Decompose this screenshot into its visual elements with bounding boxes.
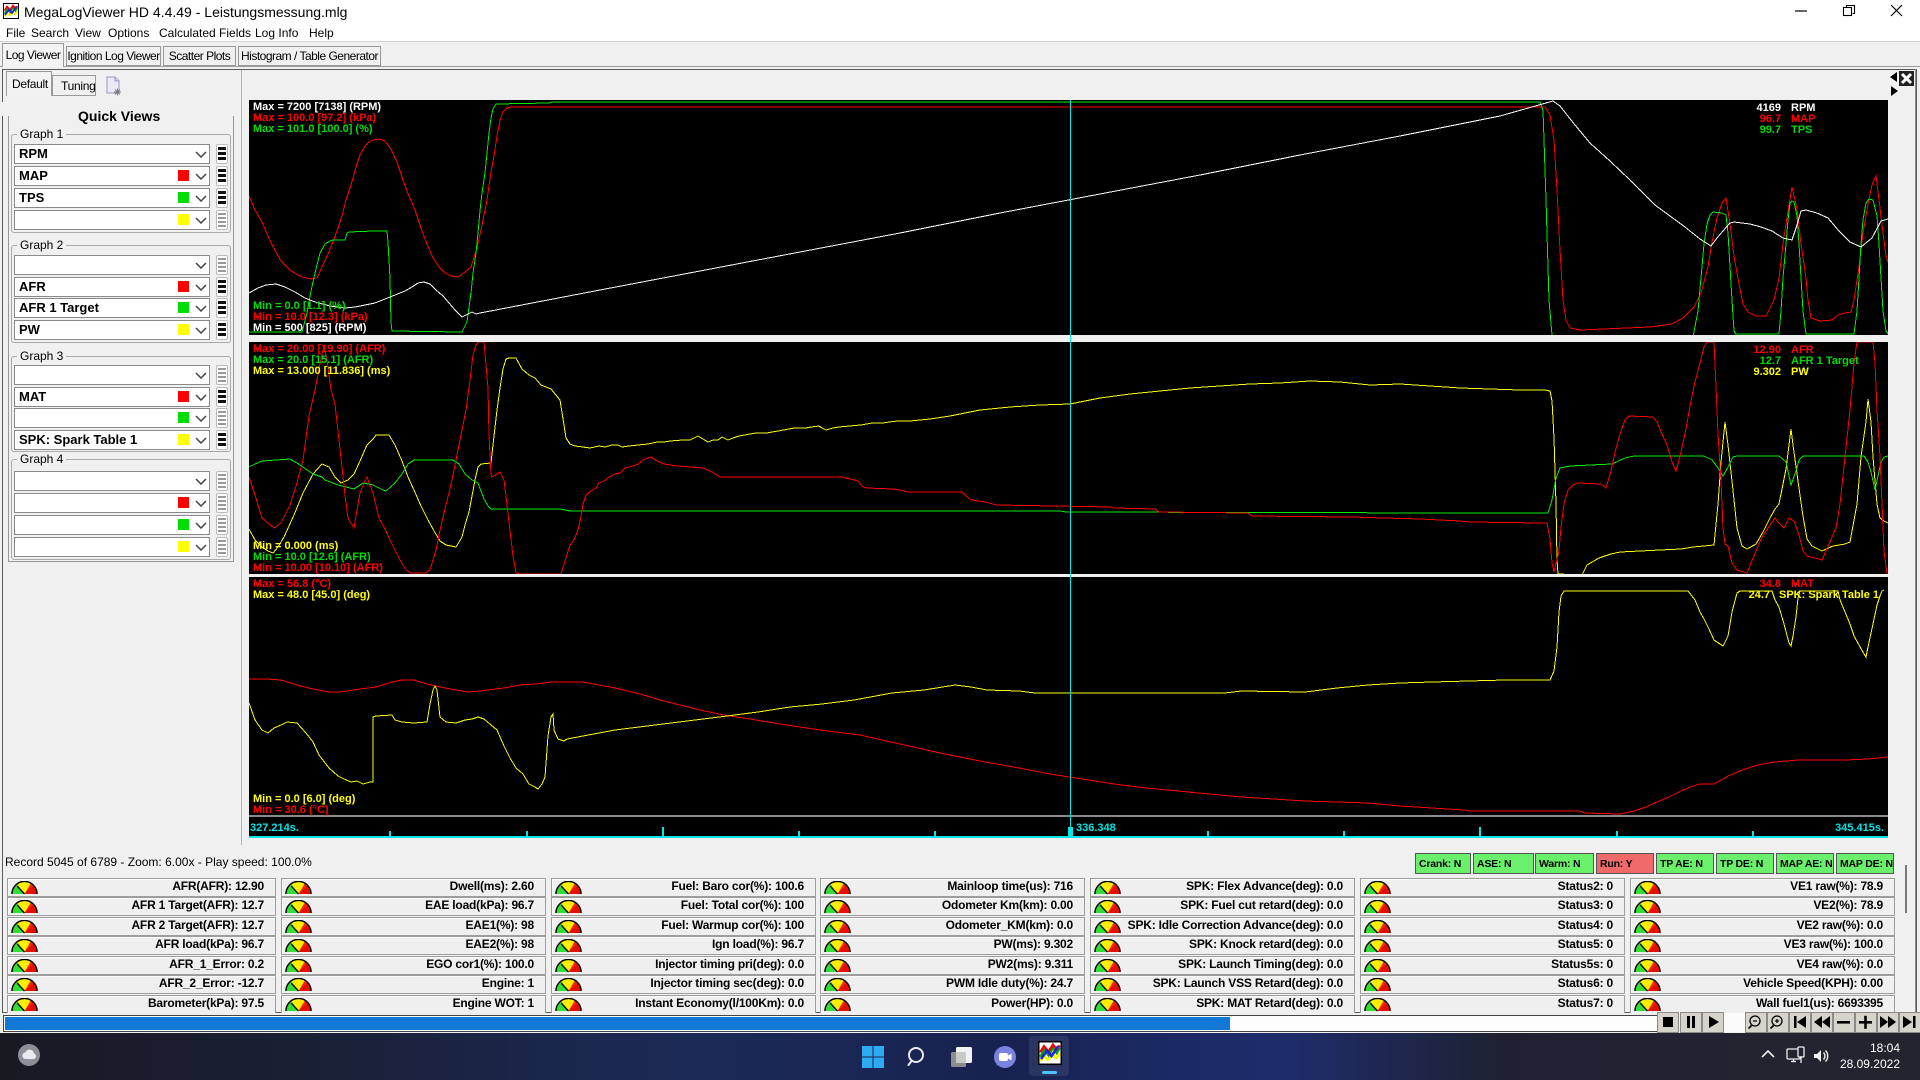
svg-text:99.7: 99.7 [1760,124,1781,136]
svg-text:336.348: 336.348 [1076,822,1116,834]
svg-text:9.302: 9.302 [1753,366,1781,378]
svg-text:Max = 48.0 [45.0] (deg): Max = 48.0 [45.0] (deg) [253,589,370,601]
svg-text:345.415s.: 345.415s. [1835,822,1884,834]
svg-text:SPK: Spark Table 1: SPK: Spark Table 1 [1779,589,1879,601]
svg-text:Min = 30.6 (°C): Min = 30.6 (°C) [253,804,329,816]
svg-text:TPS: TPS [1791,124,1812,136]
svg-text:327.214s.: 327.214s. [250,822,299,834]
svg-text:Min = 10.00 [10.10] (AFR): Min = 10.00 [10.10] (AFR) [253,562,383,574]
svg-text:Min = 500 [825] (RPM): Min = 500 [825] (RPM) [253,322,367,334]
svg-text:Max = 13.000 [11.836] (ms): Max = 13.000 [11.836] (ms) [253,365,391,377]
svg-text:PW: PW [1791,366,1809,378]
svg-text:24.7: 24.7 [1749,589,1770,601]
svg-text:Max = 101.0 [100.0] (%): Max = 101.0 [100.0] (%) [253,123,373,135]
